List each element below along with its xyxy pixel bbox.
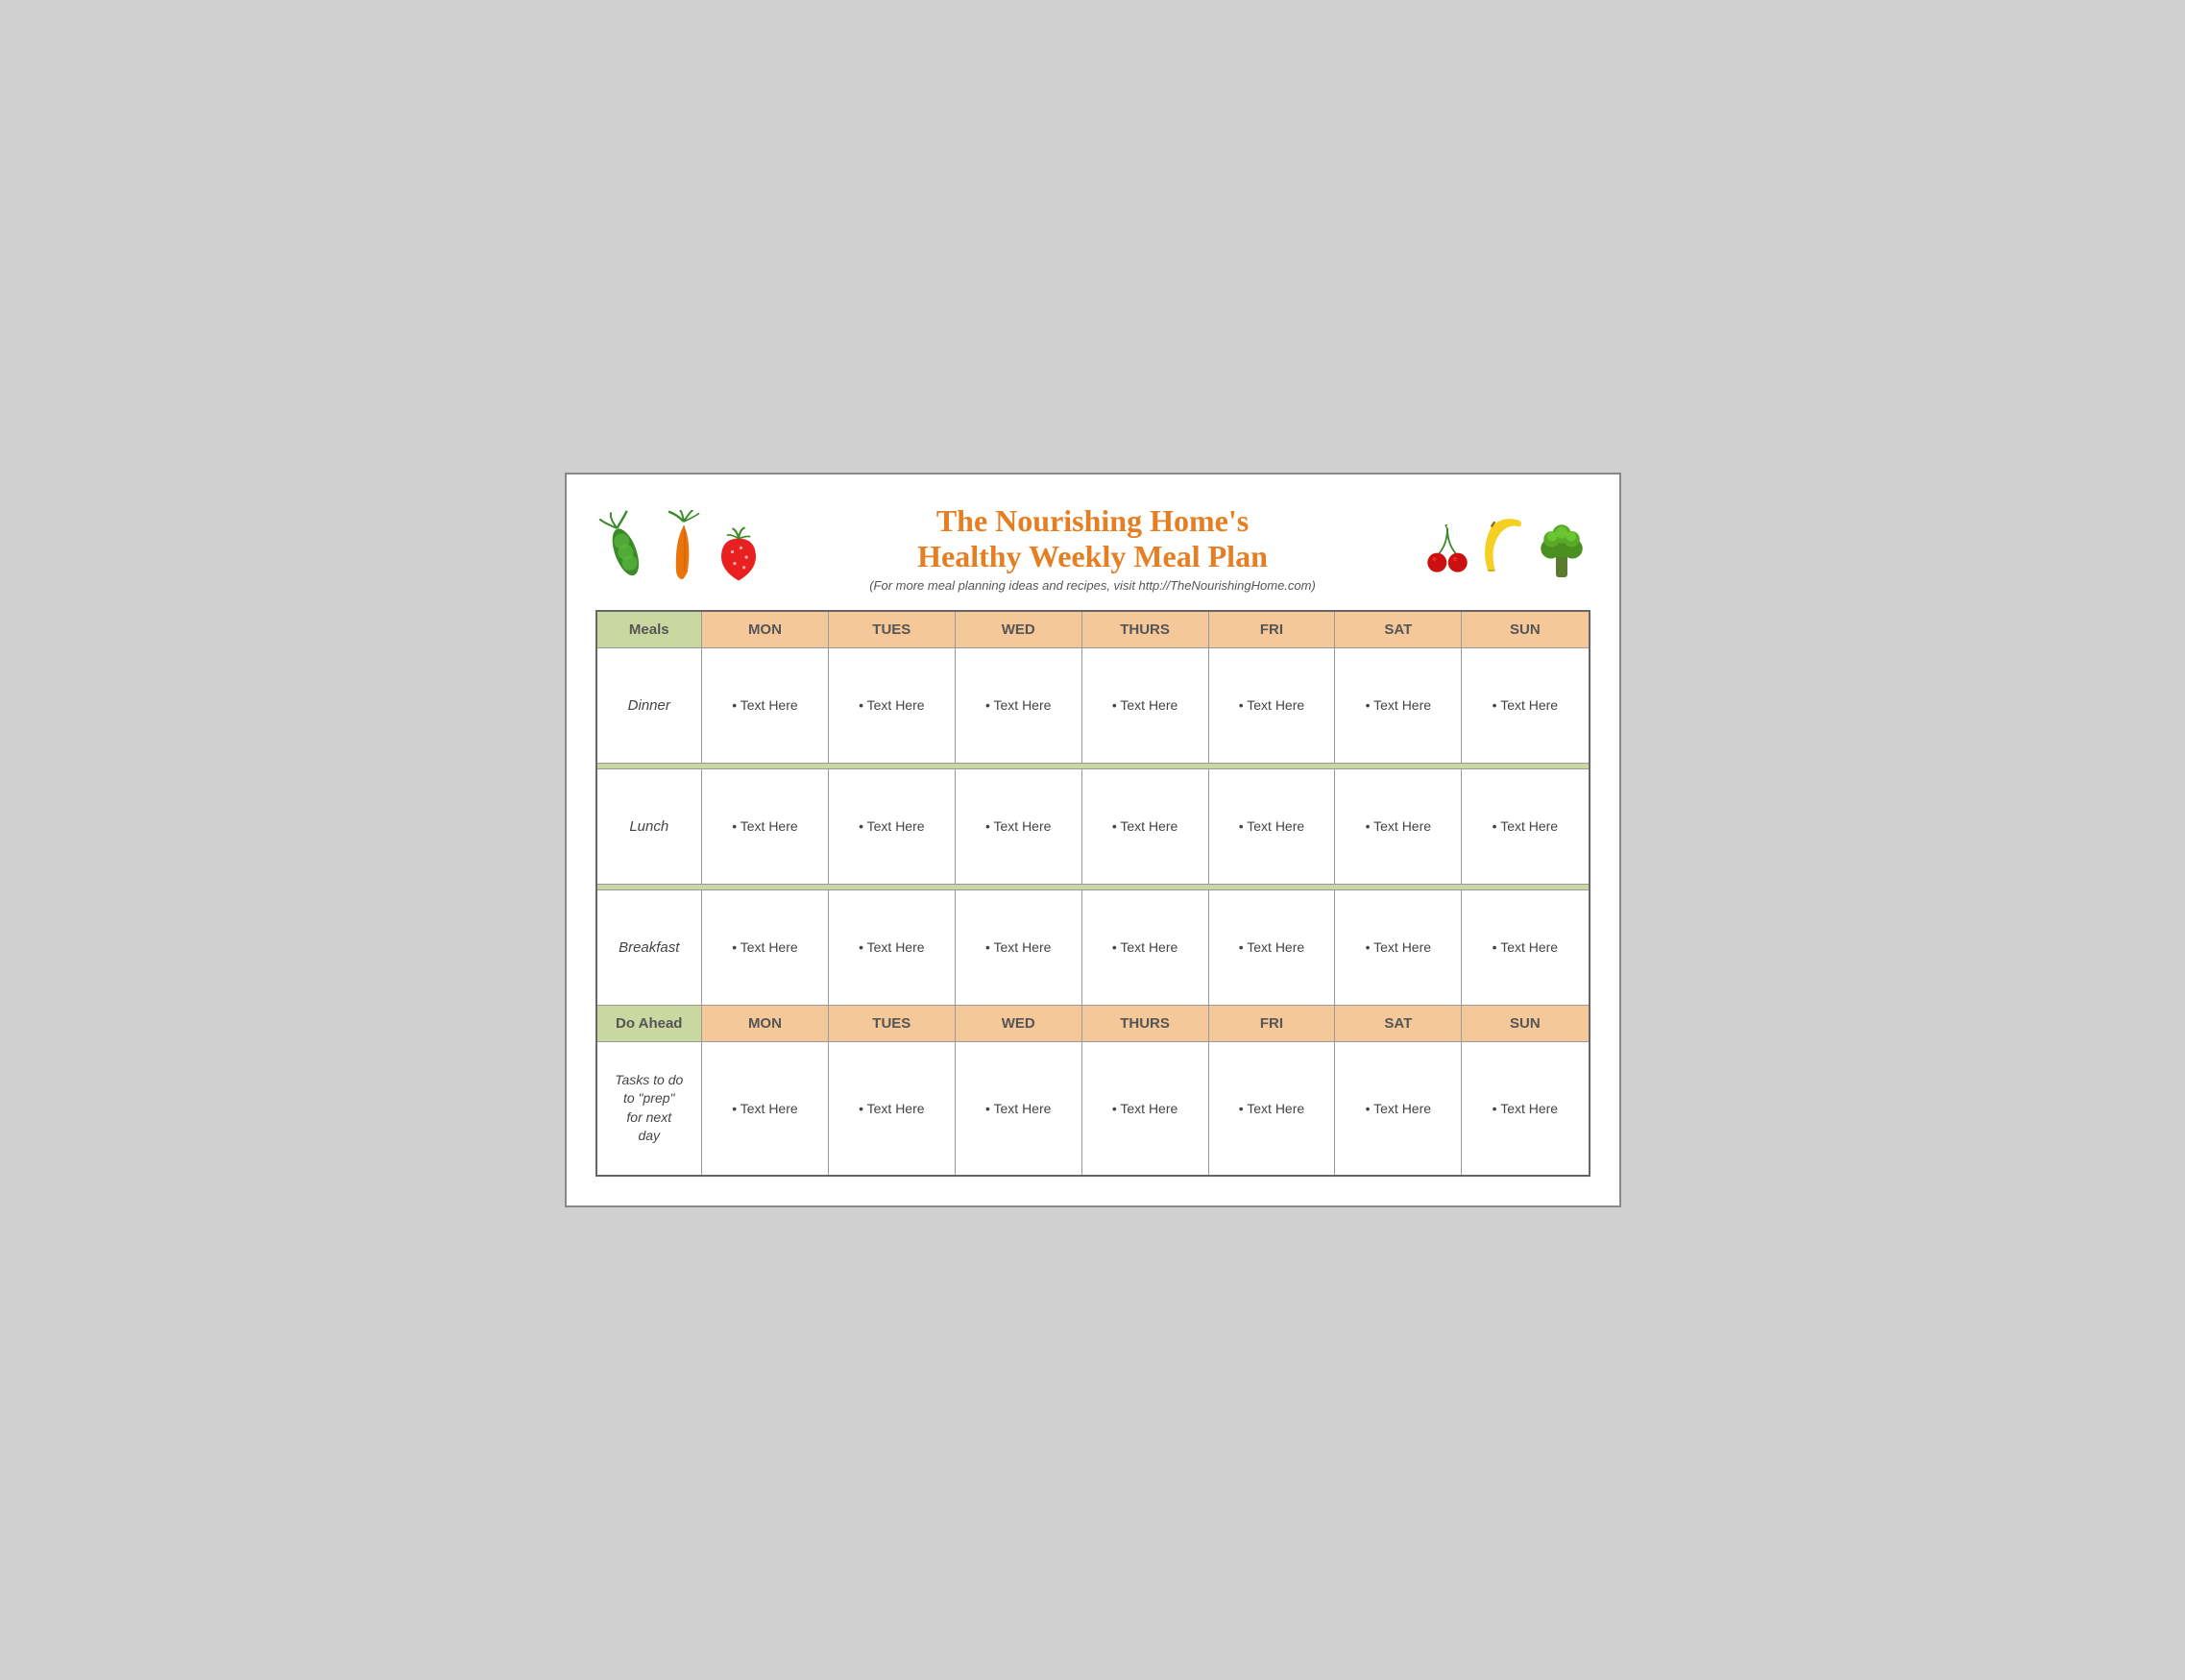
dinner-fri[interactable]: Text Here [1208,647,1335,763]
tasks-sat[interactable]: Text Here [1335,1041,1462,1176]
meals-header: Meals [596,611,702,647]
lunch-label: Lunch [596,768,702,884]
tasks-tues[interactable]: Text Here [828,1041,955,1176]
broccoli-icon [1533,510,1590,587]
breakfast-sun[interactable]: Text Here [1462,889,1590,1005]
title-line2: Healthy Weekly Meal Plan [869,539,1316,574]
header-icons-right [1423,510,1590,587]
lunch-thurs[interactable]: Text Here [1081,768,1208,884]
carrot-icon [655,510,713,587]
tasks-thurs[interactable]: Text Here [1081,1041,1208,1176]
tasks-row: Tasks to do to "prep" for next day Text … [596,1041,1590,1176]
tasks-mon[interactable]: Text Here [702,1041,829,1176]
tasks-label: Tasks to do to "prep" for next day [596,1041,702,1176]
breakfast-sat[interactable]: Text Here [1335,889,1462,1005]
meal-plan-table: Meals MON TUES WED THURS FRI SAT SUN Din… [595,610,1590,1177]
dinner-sun[interactable]: Text Here [1462,647,1590,763]
page: The Nourishing Home's Healthy Weekly Mea… [565,473,1621,1207]
tasks-wed[interactable]: Text Here [955,1041,1081,1176]
lunch-sat[interactable]: Text Here [1335,768,1462,884]
do-ahead-tues: TUES [828,1005,955,1041]
days-header-row: Meals MON TUES WED THURS FRI SAT SUN [596,611,1590,647]
lunch-row: Lunch Text Here Text Here Text Here Text… [596,768,1590,884]
do-ahead-label: Do Ahead [596,1005,702,1041]
breakfast-wed[interactable]: Text Here [955,889,1081,1005]
header-icons-left [595,510,763,587]
pea-pod-icon [595,510,653,587]
breakfast-thurs[interactable]: Text Here [1081,889,1208,1005]
breakfast-tues[interactable]: Text Here [828,889,955,1005]
breakfast-fri[interactable]: Text Here [1208,889,1335,1005]
do-ahead-thurs: THURS [1081,1005,1208,1041]
dinner-label: Dinner [596,647,702,763]
dinner-thurs[interactable]: Text Here [1081,647,1208,763]
dinner-mon[interactable]: Text Here [702,647,829,763]
tues-header: TUES [828,611,955,647]
cherries-icon [1423,524,1471,587]
wed-header: WED [955,611,1081,647]
do-ahead-header-row: Do Ahead MON TUES WED THURS FRI SAT SUN [596,1005,1590,1041]
do-ahead-fri: FRI [1208,1005,1335,1041]
breakfast-label: Breakfast [596,889,702,1005]
dinner-wed[interactable]: Text Here [955,647,1081,763]
lunch-tues[interactable]: Text Here [828,768,955,884]
tasks-fri[interactable]: Text Here [1208,1041,1335,1176]
thurs-header: THURS [1081,611,1208,647]
tasks-sun[interactable]: Text Here [1462,1041,1590,1176]
banana-icon [1473,510,1531,587]
strawberry-icon [715,524,763,587]
lunch-fri[interactable]: Text Here [1208,768,1335,884]
dinner-sat[interactable]: Text Here [1335,647,1462,763]
lunch-wed[interactable]: Text Here [955,768,1081,884]
breakfast-mon[interactable]: Text Here [702,889,829,1005]
fri-header: FRI [1208,611,1335,647]
lunch-sun[interactable]: Text Here [1462,768,1590,884]
subtitle: (For more meal planning ideas and recipe… [869,578,1316,593]
do-ahead-sun: SUN [1462,1005,1590,1041]
do-ahead-sat: SAT [1335,1005,1462,1041]
do-ahead-wed: WED [955,1005,1081,1041]
sat-header: SAT [1335,611,1462,647]
sun-header: SUN [1462,611,1590,647]
dinner-tues[interactable]: Text Here [828,647,955,763]
title-line1: The Nourishing Home's [869,503,1316,539]
dinner-row: Dinner Text Here Text Here Text Here Tex… [596,647,1590,763]
header-text: The Nourishing Home's Healthy Weekly Mea… [869,503,1316,593]
do-ahead-mon: MON [702,1005,829,1041]
lunch-mon[interactable]: Text Here [702,768,829,884]
breakfast-row: Breakfast Text Here Text Here Text Here … [596,889,1590,1005]
header: The Nourishing Home's Healthy Weekly Mea… [595,503,1590,593]
mon-header: MON [702,611,829,647]
